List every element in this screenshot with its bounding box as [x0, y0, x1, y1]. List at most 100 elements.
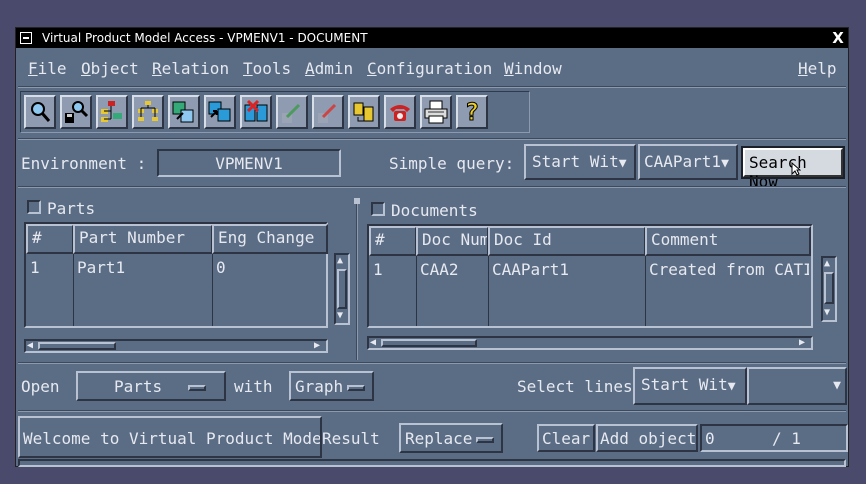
select-lines-mode-select[interactable]: Start Wit▼ — [633, 367, 747, 405]
menu-separator — [18, 86, 846, 88]
save-search-icon[interactable] — [60, 95, 92, 129]
simple-query-label: Simple query: — [389, 154, 515, 173]
parts-cell-index: 1 — [30, 258, 40, 277]
chevron-down-icon: ▼ — [727, 379, 736, 394]
count-current: 0 — [705, 429, 715, 448]
menu-admin[interactable]: Admin — [305, 59, 353, 78]
documents-checkbox[interactable] — [371, 202, 385, 216]
object-count-field: 0 / 1 — [700, 424, 848, 452]
parts-vertical-scrollbar[interactable]: ▲ ▼ — [334, 253, 350, 325]
query-separator — [18, 186, 846, 188]
query-value-combo[interactable]: CAAPart1▼ — [638, 144, 738, 180]
clear-button[interactable]: Clear — [537, 424, 595, 452]
documents-col-comment[interactable]: Comment — [645, 226, 811, 256]
printer-icon[interactable] — [420, 95, 452, 129]
environment-field[interactable]: VPMENV1 — [157, 149, 341, 177]
search-icon[interactable] — [24, 95, 56, 129]
result-mode-select[interactable]: Replace — [399, 423, 503, 453]
option-menu-icon — [476, 436, 495, 443]
parts-col-part-number[interactable]: Part Number — [73, 224, 213, 254]
select-lines-label: Select lines — [517, 377, 633, 396]
scroll-up-icon[interactable]: ▲ — [824, 259, 830, 269]
open-type-select[interactable]: Parts — [76, 371, 226, 401]
environment-label: Environment : — [21, 154, 147, 173]
documents-cell-comment: Created from CATIA — [649, 260, 809, 279]
menu-window[interactable]: Window — [504, 59, 562, 78]
pane-splitter[interactable] — [356, 200, 358, 360]
option-menu-icon — [347, 384, 366, 391]
add-object-button[interactable]: Add object — [596, 424, 698, 452]
documents-title: Documents — [391, 201, 478, 220]
copy-icon[interactable] — [204, 95, 236, 129]
parts-title: Parts — [47, 199, 96, 218]
documents-cell-doc-num: CAA2 — [420, 260, 459, 279]
documents-vertical-scrollbar[interactable]: ▲ ▼ — [821, 256, 837, 322]
chevron-down-icon: ▼ — [721, 156, 729, 171]
chevron-down-icon: ▼ — [833, 378, 841, 393]
menu-file[interactable]: File — [28, 59, 67, 78]
options-separator — [18, 410, 846, 412]
phone-icon[interactable] — [384, 95, 416, 129]
scroll-thumb[interactable] — [381, 339, 477, 347]
documents-cell-index: 1 — [373, 260, 383, 279]
scroll-thumb[interactable] — [38, 342, 116, 350]
query-mode-select[interactable]: Start Wit▼ — [524, 144, 636, 180]
status-message: Welcome to Virtual Product Model Access — [18, 416, 322, 458]
scroll-thumb[interactable] — [824, 272, 834, 304]
parts-col-index[interactable]: # — [26, 224, 74, 254]
documents-horizontal-scrollbar[interactable]: ◀ ▶ — [367, 336, 813, 350]
main-window: Virtual Product Model Access - VPMENV1 -… — [15, 27, 849, 467]
open-label: Open — [21, 377, 60, 396]
menu-relation[interactable]: Relation — [152, 59, 229, 78]
result-label: Result — [322, 429, 380, 448]
scroll-thumb[interactable] — [337, 269, 347, 309]
select-lines-value-combo[interactable]: ▼ — [747, 367, 847, 405]
menu-bar: File Object Relation Tools Admin Configu… — [16, 50, 848, 86]
documents-col-doc-num[interactable]: Doc Num — [416, 226, 489, 256]
menu-object[interactable]: Object — [81, 59, 139, 78]
scroll-down-icon[interactable]: ▼ — [337, 311, 343, 321]
link-icon[interactable] — [168, 95, 200, 129]
option-menu-icon — [188, 384, 207, 391]
count-total: / 1 — [772, 429, 801, 448]
scroll-left-icon[interactable]: ◀ — [370, 338, 376, 348]
edit-icon[interactable] — [312, 95, 344, 129]
scroll-left-icon[interactable]: ◀ — [27, 341, 33, 351]
move-icon[interactable] — [276, 95, 308, 129]
help-icon[interactable]: ? — [456, 95, 488, 129]
documents-table: # Doc Num Doc Id Comment 1 CAA2 CAAPart1… — [367, 224, 813, 328]
title-bar[interactable]: Virtual Product Model Access - VPMENV1 -… — [16, 28, 848, 48]
toolbar-separator — [18, 138, 846, 140]
parts-checkbox[interactable] — [27, 200, 41, 214]
chevron-down-icon: ▼ — [618, 156, 627, 171]
documents-col-doc-id[interactable]: Doc Id — [488, 226, 646, 256]
tree-expand-icon[interactable] — [96, 95, 128, 129]
table-row[interactable]: 1 Part1 0 — [26, 258, 326, 280]
window-menu-icon[interactable] — [20, 32, 32, 44]
scroll-right-icon[interactable]: ▶ — [314, 341, 320, 351]
pane-splitter-handle[interactable] — [354, 198, 360, 204]
menu-tools[interactable]: Tools — [243, 59, 291, 78]
parts-table: # Part Number Eng Change 1 Part1 0 — [24, 222, 328, 328]
parts-cell-part-number: Part1 — [77, 258, 126, 277]
parts-horizontal-scrollbar[interactable]: ◀ ▶ — [24, 339, 328, 353]
attach-icon[interactable] — [348, 95, 380, 129]
with-label: with — [234, 377, 273, 396]
bottom-frame — [18, 459, 846, 467]
scroll-up-icon[interactable]: ▲ — [337, 256, 343, 266]
menu-configuration[interactable]: Configuration — [367, 59, 492, 78]
open-with-select[interactable]: Graph — [289, 371, 374, 401]
menu-help[interactable]: Help — [798, 59, 837, 78]
tables-separator — [18, 362, 846, 364]
parts-cell-eng-change: 0 — [216, 258, 226, 277]
documents-col-index[interactable]: # — [369, 226, 417, 256]
close-button[interactable]: X — [830, 29, 846, 47]
documents-cell-doc-id: CAAPart1 — [492, 260, 570, 279]
scroll-right-icon[interactable]: ▶ — [799, 338, 805, 348]
window-title: Virtual Product Model Access - VPMENV1 -… — [42, 31, 368, 45]
parts-col-eng-change[interactable]: Eng Change — [212, 224, 328, 254]
tree-structure-icon[interactable] — [132, 95, 164, 129]
delete-link-icon[interactable] — [240, 95, 272, 129]
scroll-down-icon[interactable]: ▼ — [824, 308, 830, 318]
table-row[interactable]: 1 CAA2 CAAPart1 Created from CATIA — [369, 260, 811, 282]
